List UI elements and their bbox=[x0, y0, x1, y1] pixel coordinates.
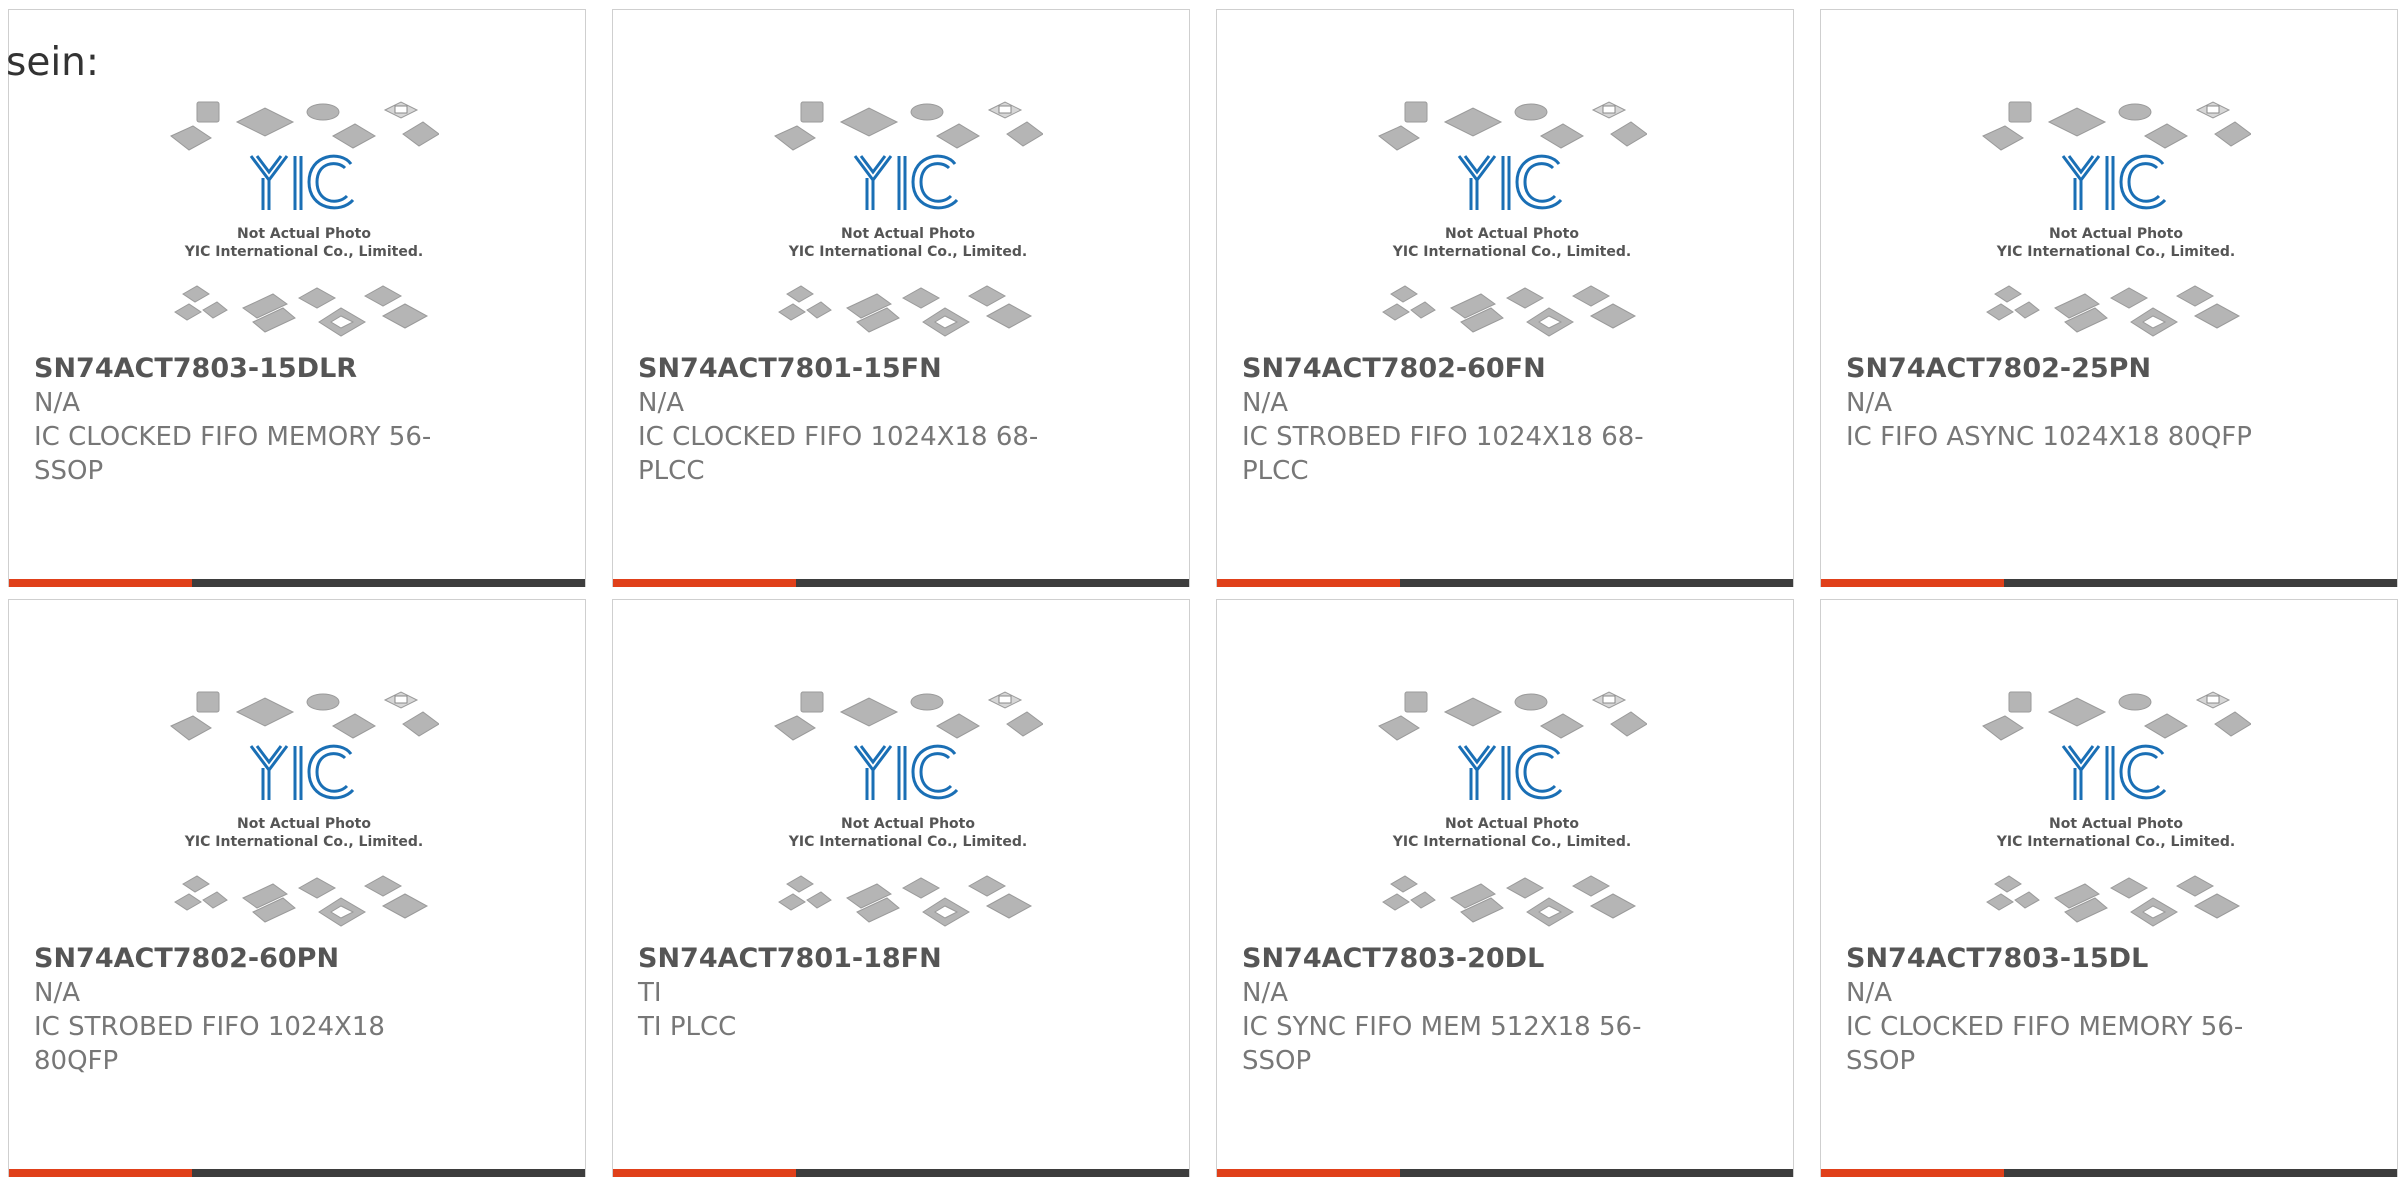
dark-bar bbox=[1400, 579, 1793, 587]
description: IC CLOCKED FIFO MEMORY 56-SSOP bbox=[34, 422, 432, 486]
dark-bar bbox=[192, 1169, 585, 1177]
accent-bar bbox=[1217, 1169, 1400, 1177]
placeholder-line1: Not Actual Photo bbox=[841, 226, 975, 242]
card-footer-bar bbox=[9, 1169, 585, 1177]
accent-bar bbox=[1821, 579, 2004, 587]
product-info: SN74ACT7801-18FN TI TI PLCC bbox=[638, 942, 1068, 1044]
card-footer-bar bbox=[613, 579, 1189, 587]
dark-bar bbox=[2004, 579, 2397, 587]
yic-logo bbox=[2061, 744, 2167, 800]
card-footer-bar bbox=[9, 579, 585, 587]
manufacturer: N/A bbox=[34, 388, 80, 418]
placeholder-line2: YIC International Co., Limited. bbox=[1996, 244, 2235, 260]
accent-bar bbox=[613, 1169, 796, 1177]
placeholder-line2: YIC International Co., Limited. bbox=[788, 834, 1027, 850]
product-card-4[interactable]: Not Actual Photo YIC International Co., … bbox=[1820, 9, 2398, 587]
product-placeholder-image: Not Actual Photo YIC International Co., … bbox=[1377, 688, 1647, 938]
placeholder-line2: YIC International Co., Limited. bbox=[1392, 244, 1631, 260]
description: IC CLOCKED FIFO MEMORY 56-SSOP bbox=[1846, 1012, 2244, 1076]
part-number[interactable]: SN74ACT7802-60PN bbox=[34, 942, 464, 976]
product-card-2[interactable]: Not Actual Photo YIC International Co., … bbox=[612, 9, 1190, 587]
placeholder-line1: Not Actual Photo bbox=[237, 226, 371, 242]
dark-bar bbox=[1400, 1169, 1793, 1177]
card-footer-bar bbox=[1821, 1169, 2397, 1177]
intro-text: sein: bbox=[6, 40, 100, 85]
description: IC CLOCKED FIFO 1024X18 68-PLCC bbox=[638, 422, 1039, 486]
manufacturer: N/A bbox=[638, 388, 684, 418]
product-info: SN74ACT7801-15FN N/A IC CLOCKED FIFO 102… bbox=[638, 352, 1068, 488]
yic-logo bbox=[1457, 744, 1563, 800]
product-card-8[interactable]: Not Actual Photo YIC International Co., … bbox=[1820, 599, 2398, 1177]
placeholder-line1: Not Actual Photo bbox=[2049, 816, 2183, 832]
product-placeholder-image: Not Actual Photo YIC International Co., … bbox=[773, 688, 1043, 938]
accent-bar bbox=[1821, 1169, 2004, 1177]
accent-bar bbox=[613, 579, 796, 587]
product-card-3[interactable]: Not Actual Photo YIC International Co., … bbox=[1216, 9, 1794, 587]
manufacturer: N/A bbox=[1242, 978, 1288, 1008]
part-number[interactable]: SN74ACT7803-15DLR bbox=[34, 352, 464, 386]
product-card-5[interactable]: Not Actual Photo YIC International Co., … bbox=[8, 599, 586, 1177]
yic-logo bbox=[2061, 154, 2167, 210]
dark-bar bbox=[2004, 1169, 2397, 1177]
description: IC SYNC FIFO MEM 512X18 56-SSOP bbox=[1242, 1012, 1642, 1076]
description: TI PLCC bbox=[638, 1012, 737, 1042]
product-info: SN74ACT7802-25PN N/A IC FIFO ASYNC 1024X… bbox=[1846, 352, 2276, 454]
dark-bar bbox=[796, 1169, 1189, 1177]
description: IC STROBED FIFO 1024X18 68-PLCC bbox=[1242, 422, 1644, 486]
product-info: SN74ACT7802-60PN N/A IC STROBED FIFO 102… bbox=[34, 942, 464, 1078]
product-placeholder-image: Not Actual Photo YIC International Co., … bbox=[169, 98, 439, 348]
placeholder-line1: Not Actual Photo bbox=[1445, 226, 1579, 242]
product-card-1[interactable]: Not Actual Photo YIC International Co., … bbox=[8, 9, 586, 587]
card-footer-bar bbox=[1217, 579, 1793, 587]
product-card-6[interactable]: Not Actual Photo YIC International Co., … bbox=[612, 599, 1190, 1177]
product-placeholder-image: Not Actual Photo YIC International Co., … bbox=[773, 98, 1043, 348]
part-number[interactable]: SN74ACT7802-60FN bbox=[1242, 352, 1672, 386]
yic-logo bbox=[1457, 154, 1563, 210]
yic-logo bbox=[249, 154, 355, 210]
description: IC STROBED FIFO 1024X18 80QFP bbox=[34, 1012, 385, 1076]
manufacturer: N/A bbox=[1846, 388, 1892, 418]
product-placeholder-image: Not Actual Photo YIC International Co., … bbox=[1377, 98, 1647, 348]
product-info: SN74ACT7803-15DLR N/A IC CLOCKED FIFO ME… bbox=[34, 352, 464, 488]
card-footer-bar bbox=[1217, 1169, 1793, 1177]
product-card-7[interactable]: Not Actual Photo YIC International Co., … bbox=[1216, 599, 1794, 1177]
manufacturer: N/A bbox=[1242, 388, 1288, 418]
placeholder-line2: YIC International Co., Limited. bbox=[1392, 834, 1631, 850]
placeholder-line1: Not Actual Photo bbox=[841, 816, 975, 832]
part-number[interactable]: SN74ACT7803-15DL bbox=[1846, 942, 2276, 976]
accent-bar bbox=[1217, 579, 1400, 587]
placeholder-line2: YIC International Co., Limited. bbox=[184, 834, 423, 850]
dark-bar bbox=[796, 579, 1189, 587]
part-number[interactable]: SN74ACT7801-15FN bbox=[638, 352, 1068, 386]
placeholder-line1: Not Actual Photo bbox=[237, 816, 371, 832]
yic-logo bbox=[853, 154, 959, 210]
product-info: SN74ACT7803-15DL N/A IC CLOCKED FIFO MEM… bbox=[1846, 942, 2276, 1078]
manufacturer: N/A bbox=[34, 978, 80, 1008]
product-grid: Not Actual Photo YIC International Co., … bbox=[8, 9, 2398, 1177]
part-number[interactable]: SN74ACT7801-18FN bbox=[638, 942, 1068, 976]
placeholder-line1: Not Actual Photo bbox=[2049, 226, 2183, 242]
product-placeholder-image: Not Actual Photo YIC International Co., … bbox=[1981, 98, 2251, 348]
part-number[interactable]: SN74ACT7803-20DL bbox=[1242, 942, 1672, 976]
part-number[interactable]: SN74ACT7802-25PN bbox=[1846, 352, 2276, 386]
product-placeholder-image: Not Actual Photo YIC International Co., … bbox=[1981, 688, 2251, 938]
product-info: SN74ACT7802-60FN N/A IC STROBED FIFO 102… bbox=[1242, 352, 1672, 488]
manufacturer: TI bbox=[638, 978, 662, 1008]
placeholder-line2: YIC International Co., Limited. bbox=[184, 244, 423, 260]
yic-logo bbox=[249, 744, 355, 800]
card-footer-bar bbox=[613, 1169, 1189, 1177]
accent-bar bbox=[9, 579, 192, 587]
accent-bar bbox=[9, 1169, 192, 1177]
placeholder-line2: YIC International Co., Limited. bbox=[1996, 834, 2235, 850]
yic-logo bbox=[853, 744, 959, 800]
placeholder-line2: YIC International Co., Limited. bbox=[788, 244, 1027, 260]
card-footer-bar bbox=[1821, 579, 2397, 587]
description: IC FIFO ASYNC 1024X18 80QFP bbox=[1846, 422, 2252, 452]
product-placeholder-image: Not Actual Photo YIC International Co., … bbox=[169, 688, 439, 938]
product-info: SN74ACT7803-20DL N/A IC SYNC FIFO MEM 51… bbox=[1242, 942, 1672, 1078]
dark-bar bbox=[192, 579, 585, 587]
manufacturer: N/A bbox=[1846, 978, 1892, 1008]
placeholder-line1: Not Actual Photo bbox=[1445, 816, 1579, 832]
